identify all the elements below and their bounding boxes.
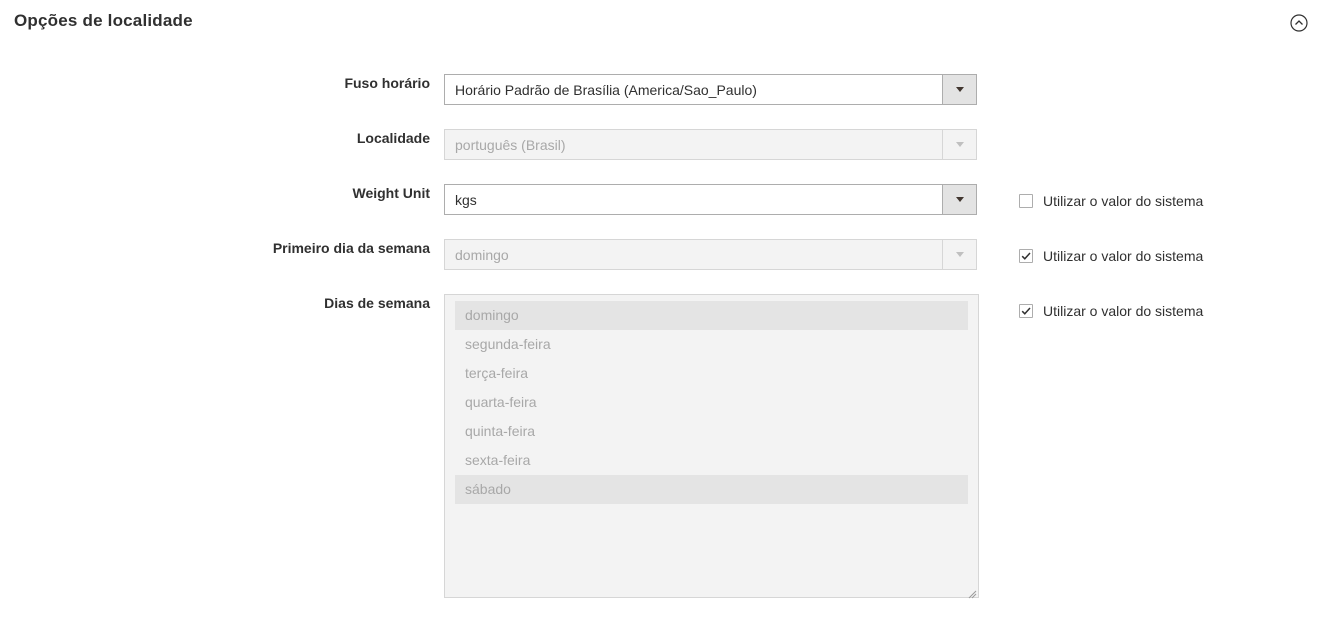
locale-select: português (Brasil) (444, 129, 977, 160)
weekend-days-multiselect: domingo segunda-feira terça-feira quarta… (444, 294, 979, 599)
chevron-up-circle-icon[interactable] (1290, 14, 1308, 32)
locale-label: Localidade (356, 130, 430, 146)
checkmark-icon (1021, 252, 1031, 260)
section-title: Opções de localidade (14, 11, 193, 30)
timezone-label: Fuso horário (344, 75, 430, 91)
caret-down-icon (956, 197, 964, 202)
dropdown-toggle[interactable] (942, 185, 976, 214)
weight-unit-value: kgs (455, 192, 477, 208)
caret-down-icon (956, 87, 964, 92)
multiselect-option: segunda-feira (465, 336, 551, 352)
multiselect-option: domingo (455, 301, 968, 330)
caret-down-icon (956, 142, 964, 147)
first-day-value: domingo (455, 247, 509, 263)
multiselect-option: terça-feira (465, 365, 529, 381)
use-system-label: Utilizar o valor do sistema (1043, 193, 1204, 209)
timezone-value: Horário Padrão de Brasília (America/Sao_… (455, 82, 757, 98)
multiselect-option: sábado (455, 475, 968, 504)
multiselect-option: sexta-feira (465, 452, 531, 468)
weekend-days-use-system[interactable]: Utilizar o valor do sistema (1019, 302, 1203, 320)
first-day-use-system[interactable]: Utilizar o valor do sistema (1019, 247, 1203, 265)
first-day-select: domingo (444, 239, 977, 270)
weekend-days-label: Dias de semana (324, 295, 430, 311)
use-system-label: Utilizar o valor do sistema (1043, 248, 1204, 264)
resize-grip-icon[interactable] (967, 586, 977, 599)
locale-options-section: Opções de localidade Fuso horário Horári… (0, 0, 1340, 621)
weight-unit-use-system[interactable]: Utilizar o valor do sistema (1019, 192, 1203, 210)
use-system-checkbox[interactable] (1019, 194, 1033, 208)
checkmark-icon (1021, 307, 1031, 315)
weight-unit-select[interactable]: kgs (444, 184, 977, 215)
use-system-checkbox[interactable] (1019, 249, 1033, 263)
dropdown-toggle[interactable] (942, 75, 976, 104)
use-system-label: Utilizar o valor do sistema (1043, 303, 1204, 319)
caret-down-icon (956, 252, 964, 257)
dropdown-toggle (942, 240, 976, 269)
use-system-checkbox[interactable] (1019, 304, 1033, 318)
locale-value: português (Brasil) (455, 137, 566, 153)
multiselect-option: quinta-feira (465, 423, 536, 439)
timezone-select[interactable]: Horário Padrão de Brasília (America/Sao_… (444, 74, 977, 105)
first-day-label: Primeiro dia da semana (272, 240, 430, 256)
multiselect-option: quarta-feira (465, 394, 537, 410)
weight-unit-label: Weight Unit (352, 185, 430, 201)
dropdown-toggle (942, 130, 976, 159)
